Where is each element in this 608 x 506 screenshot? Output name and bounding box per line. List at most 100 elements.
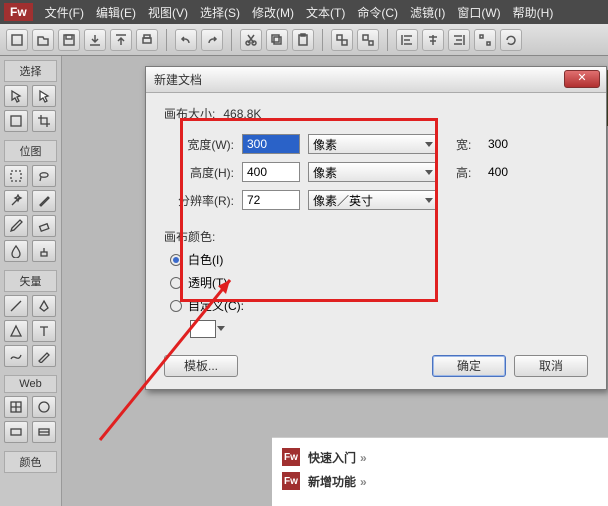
hide-slice-icon[interactable] — [4, 421, 28, 443]
menu-modify[interactable]: 修改(M) — [246, 4, 300, 21]
stamp-tool-icon[interactable] — [32, 240, 56, 262]
width-unit-combo[interactable]: 像素 — [308, 134, 438, 154]
export-icon[interactable] — [110, 29, 132, 51]
menu-edit[interactable]: 编辑(E) — [90, 4, 142, 21]
whatsnew-label: 新增功能» — [308, 473, 367, 490]
width-label: 宽度(W): — [164, 136, 234, 153]
separator — [231, 29, 232, 51]
import-icon[interactable] — [84, 29, 106, 51]
open-icon[interactable] — [32, 29, 54, 51]
brush-tool-icon[interactable] — [32, 190, 56, 212]
close-button[interactable]: ✕ — [564, 70, 600, 88]
copy-icon[interactable] — [266, 29, 288, 51]
section-vector-head: 矢量 — [4, 270, 57, 292]
resolution-label: 分辨率(R): — [164, 192, 234, 209]
rotate-icon[interactable] — [500, 29, 522, 51]
separator — [387, 29, 388, 51]
pencil-tool-icon[interactable] — [4, 215, 28, 237]
resolution-input[interactable] — [242, 190, 300, 210]
menu-view[interactable]: 视图(V) — [142, 4, 194, 21]
lasso-tool-icon[interactable] — [32, 165, 56, 187]
menu-select[interactable]: 选择(S) — [194, 4, 246, 21]
canvas-size-row: 画布大小: 468.8K — [164, 105, 588, 122]
radio-transparent-label: 透明(T) — [188, 274, 227, 291]
side-height-label: 高: — [456, 164, 480, 181]
app-logo: Fw — [4, 3, 33, 21]
print-icon[interactable] — [136, 29, 158, 51]
whatsnew-card[interactable]: Fw 新增功能» — [282, 472, 598, 490]
slice-tool-icon[interactable] — [4, 396, 28, 418]
menu-command[interactable]: 命令(C) — [351, 4, 404, 21]
quickstart-card[interactable]: Fw 快速入门» — [282, 448, 598, 466]
section-web-head: Web — [4, 375, 57, 393]
pen-tool-icon[interactable] — [32, 295, 56, 317]
scale-tool-icon[interactable] — [4, 110, 28, 132]
resolution-unit-combo[interactable]: 像素／英寸 — [308, 190, 438, 210]
canvas-size-label: 画布大小: — [164, 105, 215, 122]
freeform-tool-icon[interactable] — [4, 345, 28, 367]
shape-tool-icon[interactable] — [4, 320, 28, 342]
dialog-titlebar[interactable]: 新建文档 ✕ — [146, 67, 606, 93]
undo-icon[interactable] — [175, 29, 197, 51]
section-color-head: 颜色 — [4, 451, 57, 473]
canvas-color-label: 画布颜色: — [164, 228, 588, 245]
radio-custom-label: 自定义(C): — [188, 297, 244, 314]
cut-icon[interactable] — [240, 29, 262, 51]
menu-help[interactable]: 帮助(H) — [507, 4, 560, 21]
eraser-tool-icon[interactable] — [32, 215, 56, 237]
section-select-head: 选择 — [4, 60, 57, 82]
align-right-icon[interactable] — [448, 29, 470, 51]
line-tool-icon[interactable] — [4, 295, 28, 317]
fw-icon: Fw — [282, 448, 300, 466]
redo-icon[interactable] — [201, 29, 223, 51]
menu-window[interactable]: 窗口(W) — [451, 4, 506, 21]
knife-tool-icon[interactable] — [32, 345, 56, 367]
radio-white[interactable]: 白色(I) — [170, 251, 588, 268]
width-input[interactable] — [242, 134, 300, 154]
paste-icon[interactable] — [292, 29, 314, 51]
canvas-size-value: 468.8K — [223, 107, 261, 121]
side-width-value: 300 — [488, 137, 508, 151]
distribute-icon[interactable] — [474, 29, 496, 51]
group-icon[interactable] — [331, 29, 353, 51]
show-slice-icon[interactable] — [32, 421, 56, 443]
hotspot-tool-icon[interactable] — [32, 396, 56, 418]
ungroup-icon[interactable] — [357, 29, 379, 51]
section-bitmap-head: 位图 — [4, 140, 57, 162]
height-unit-combo[interactable]: 像素 — [308, 162, 438, 182]
tools-panel: 选择 位图 矢量 Web 颜色 — [0, 56, 62, 506]
menu-text[interactable]: 文本(T) — [300, 4, 351, 21]
text-tool-icon[interactable] — [32, 320, 56, 342]
height-input[interactable] — [242, 162, 300, 182]
save-icon[interactable] — [58, 29, 80, 51]
pointer-tool-icon[interactable] — [4, 85, 28, 107]
blur-tool-icon[interactable] — [4, 240, 28, 262]
side-width-label: 宽: — [456, 136, 480, 153]
start-cards: Fw 快速入门» Fw 新增功能» — [272, 437, 608, 506]
template-button[interactable]: 模板... — [164, 355, 238, 377]
height-label: 高度(H): — [164, 164, 234, 181]
cancel-button[interactable]: 取消 — [514, 355, 588, 377]
align-left-icon[interactable] — [396, 29, 418, 51]
radio-custom[interactable]: 自定义(C): — [170, 297, 588, 314]
menu-bar: Fw 文件(F) 编辑(E) 视图(V) 选择(S) 修改(M) 文本(T) 命… — [0, 0, 608, 24]
menu-filter[interactable]: 滤镜(I) — [404, 4, 451, 21]
side-height-value: 400 — [488, 165, 508, 179]
chevron-down-icon — [425, 170, 433, 175]
radio-white-label: 白色(I) — [188, 251, 223, 268]
new-icon[interactable] — [6, 29, 28, 51]
color-swatch[interactable] — [190, 320, 216, 338]
align-center-icon[interactable] — [422, 29, 444, 51]
radio-icon — [170, 254, 182, 266]
fw-icon: Fw — [282, 472, 300, 490]
chevron-down-icon — [425, 198, 433, 203]
subselect-tool-icon[interactable] — [32, 85, 56, 107]
dialog-title-text: 新建文档 — [154, 71, 202, 88]
menu-file[interactable]: 文件(F) — [39, 4, 90, 21]
ok-button[interactable]: 确定 — [432, 355, 506, 377]
marquee-tool-icon[interactable] — [4, 165, 28, 187]
crop-tool-icon[interactable] — [32, 110, 56, 132]
wand-tool-icon[interactable] — [4, 190, 28, 212]
separator — [322, 29, 323, 51]
radio-transparent[interactable]: 透明(T) — [170, 274, 588, 291]
